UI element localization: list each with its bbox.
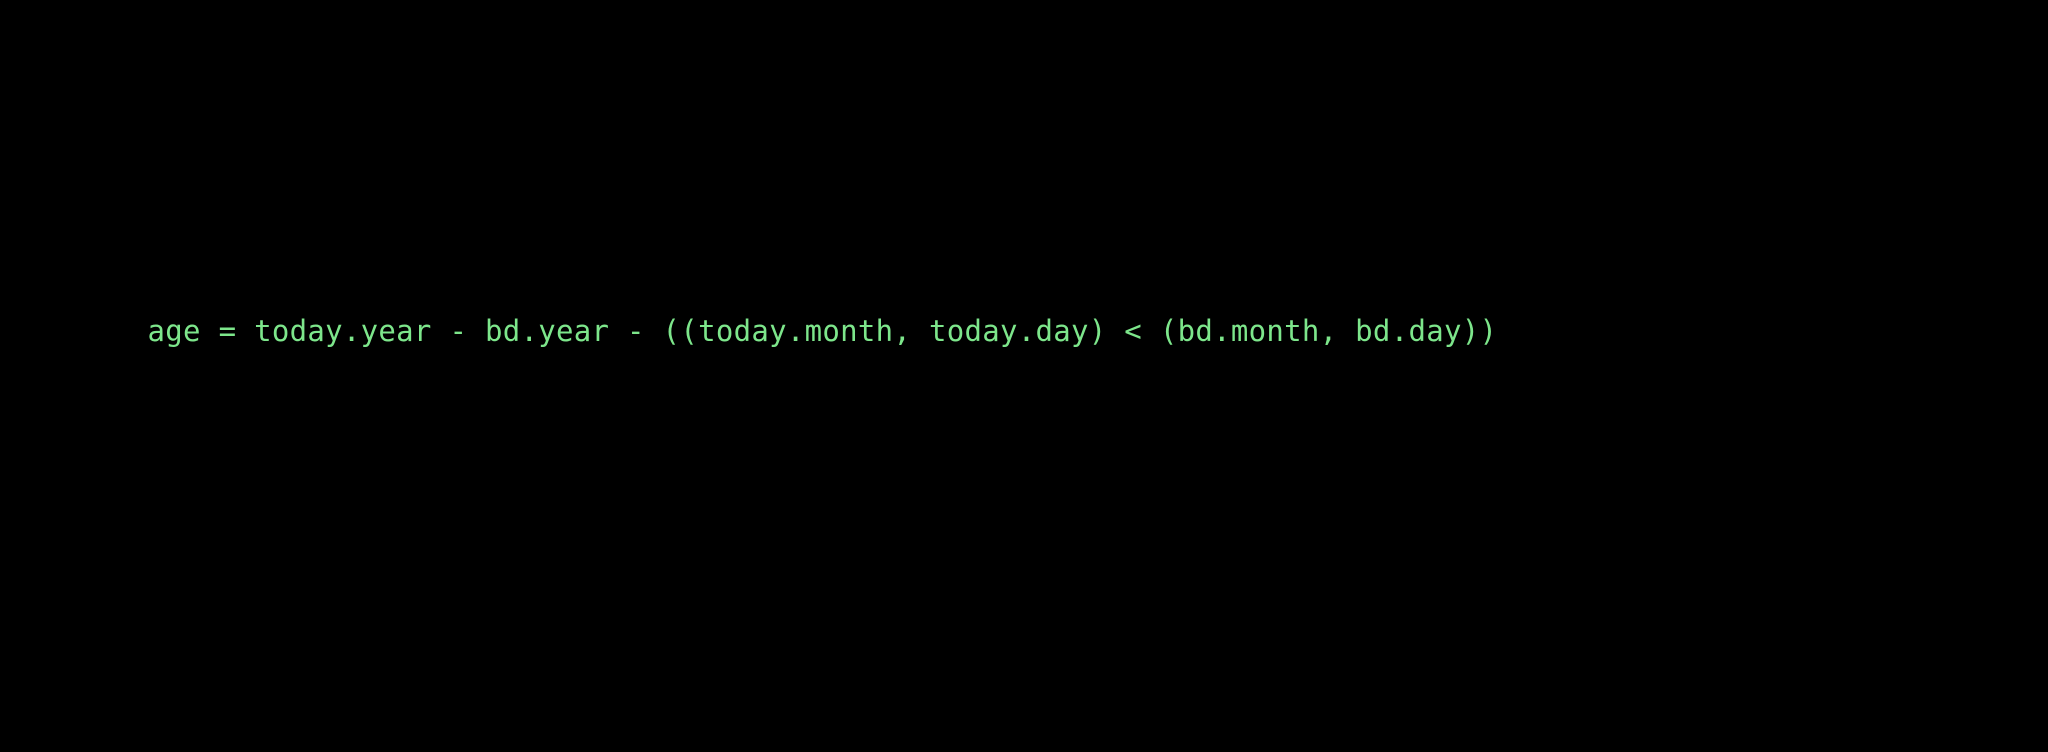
code-block: age = today.year - bd.year - ((today.mon… bbox=[112, 270, 1497, 351]
code-line: age = today.year - bd.year - ((today.mon… bbox=[148, 314, 1498, 348]
